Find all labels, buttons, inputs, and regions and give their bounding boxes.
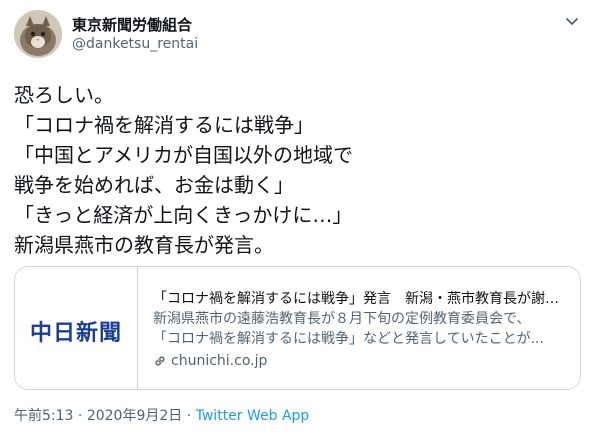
chevron-down-icon[interactable] (563, 14, 581, 28)
tweet: 東京新聞労働組合 @danketsu_rentai 恐ろしい。 「コロナ禍を解消… (0, 0, 600, 436)
author-display-name[interactable]: 東京新聞労働組合 (72, 14, 192, 35)
tweet-date[interactable]: 2020年9月2日 (87, 408, 182, 424)
tweet-text-line: 「中国とアメリカが自国以外の地域で (14, 143, 353, 167)
author-handle[interactable]: @danketsu_rentai (72, 36, 198, 52)
tweet-text-line: 「きっと経済が上向くきっかけに…」 (14, 203, 353, 227)
card-title: 「コロナ禍を解消するには戦争」発言 新潟・燕市教育長が謝罪... (153, 291, 571, 307)
card-domain: chunichi.co.jp (153, 351, 571, 371)
avatar[interactable] (14, 10, 62, 58)
tweet-text-line: 新潟県燕市の教育長が発言。 (14, 233, 274, 257)
card-description-line: 「コロナ禍を解消するには戦争」などと発言していたことが... (153, 331, 544, 347)
tweet-text-line: 「コロナ禍を解消するには戦争」 (14, 113, 314, 137)
tweet-time[interactable]: 午前5:13 (14, 408, 73, 424)
chunichi-logo: 中日新聞 (29, 320, 122, 346)
tweet-text-line: 戦争を始めれば、お金は動く」 (14, 173, 294, 197)
tweet-text: 恐ろしい。 「コロナ禍を解消するには戦争」 「中国とアメリカが自国以外の地域で … (14, 80, 584, 260)
tweet-source-link[interactable]: Twitter Web App (196, 408, 310, 424)
card-thumbnail: 中日新聞 (15, 267, 138, 389)
card-body: 「コロナ禍を解消するには戦争」発言 新潟・燕市教育長が謝罪... 新潟県燕市の遠… (153, 289, 571, 371)
link-icon (155, 356, 165, 366)
meta-separator: · (186, 408, 192, 424)
card-description-line: 新潟県燕市の遠藤浩教育長が８月下旬の定例教育委員会で、 (153, 311, 531, 327)
meta-separator: · (77, 408, 83, 424)
cat-avatar-image (14, 10, 62, 58)
tweet-text-line: 恐ろしい。 (14, 83, 114, 107)
card-domain-text: chunichi.co.jp (171, 353, 268, 369)
tweet-meta: 午前5:13 · 2020年9月2日 · Twitter Web App (14, 405, 309, 425)
link-preview-card[interactable]: 中日新聞 「コロナ禍を解消するには戦争」発言 新潟・燕市教育長が謝罪... 新潟… (14, 266, 581, 390)
